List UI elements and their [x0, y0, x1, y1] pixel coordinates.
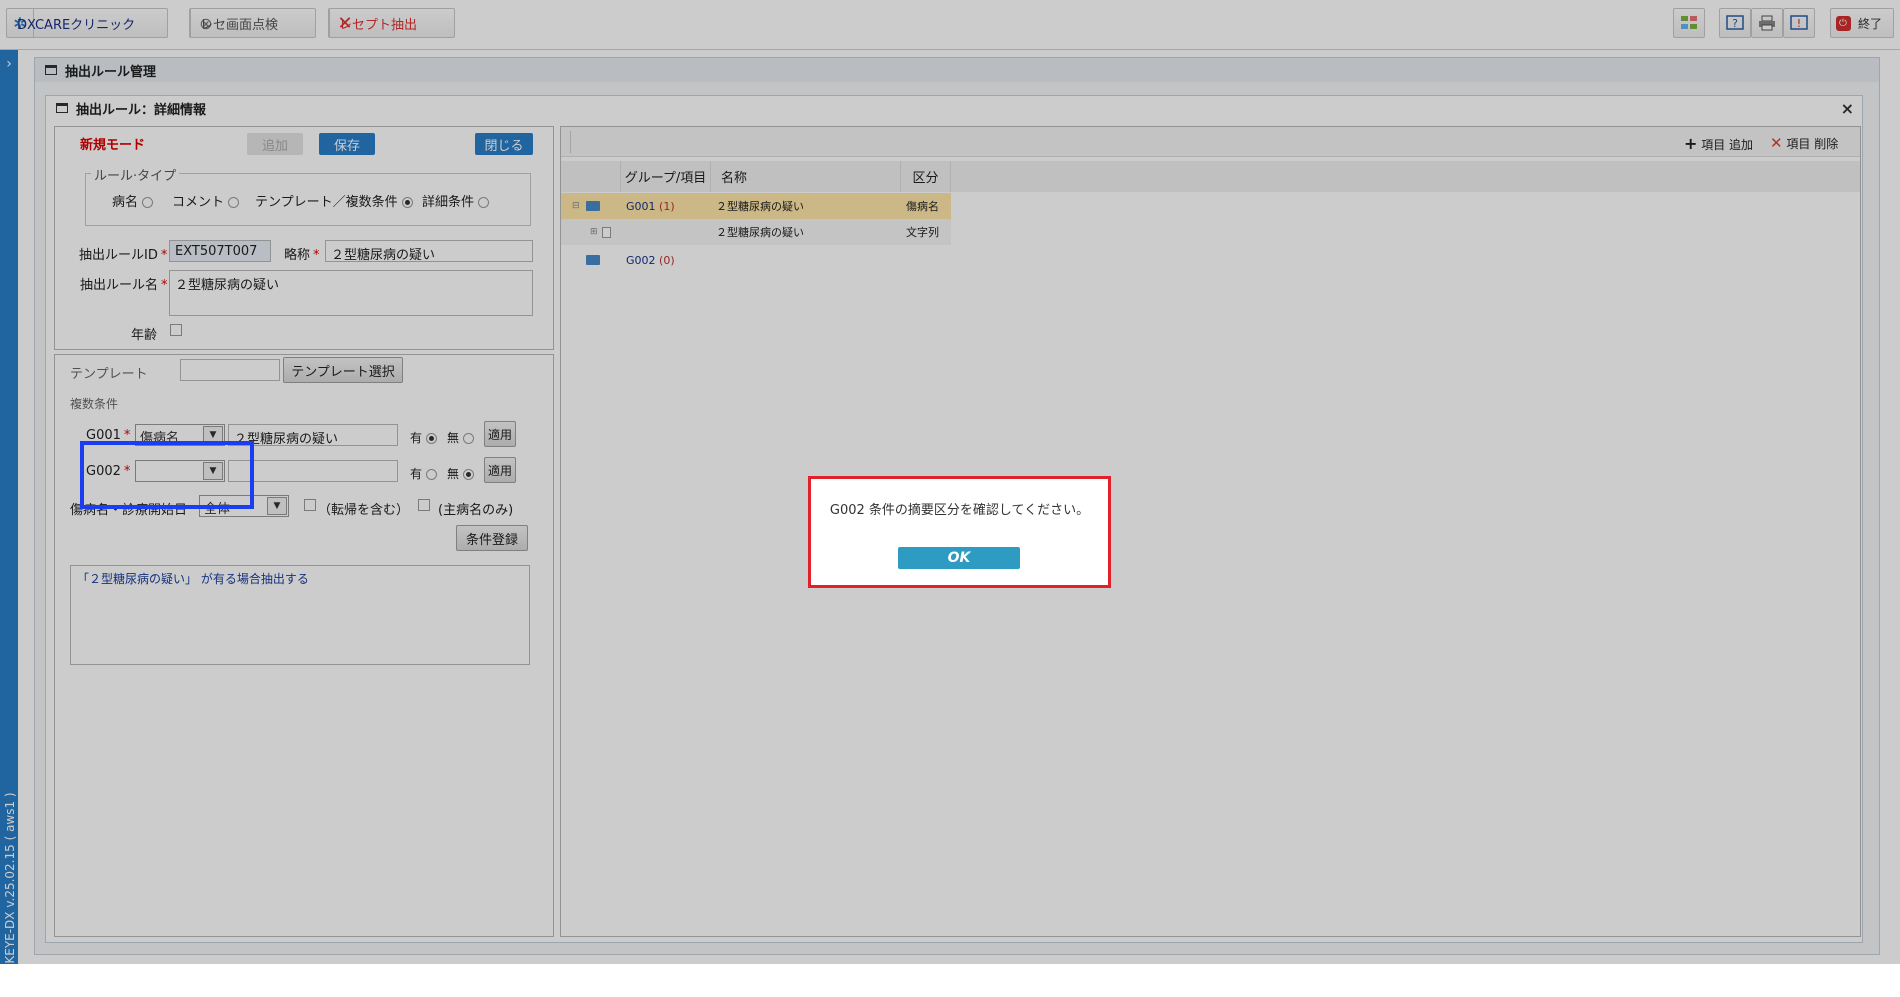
highlight-box	[80, 441, 254, 509]
confirm-dialog: G002 条件の摘要区分を確認してください。 OK	[808, 476, 1111, 588]
dialog-message: G002 条件の摘要区分を確認してください。	[829, 503, 1090, 518]
ok-button[interactable]: OK	[898, 547, 1020, 569]
